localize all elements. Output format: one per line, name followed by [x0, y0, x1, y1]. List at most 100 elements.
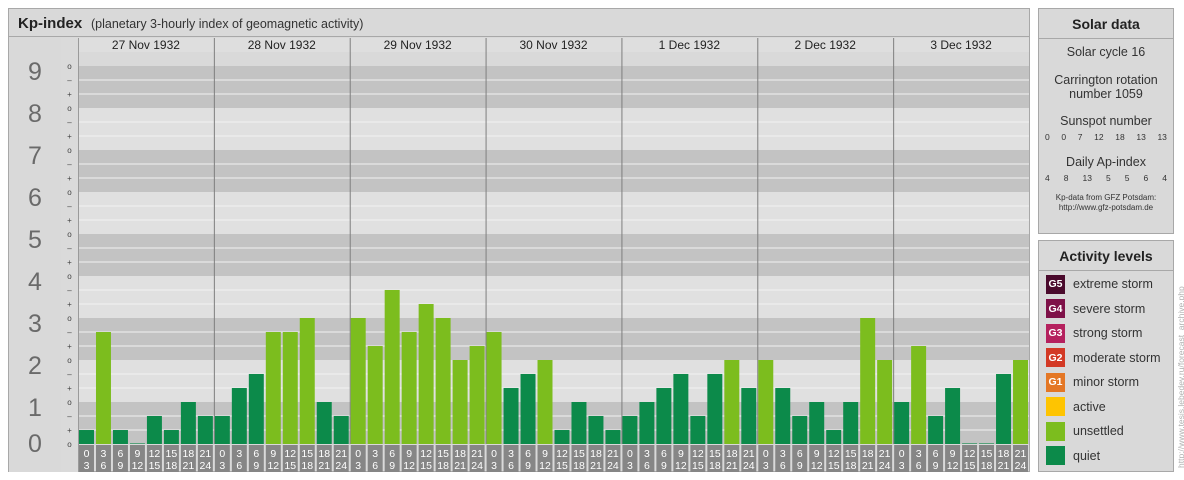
kp-bar	[894, 402, 910, 444]
y-band	[78, 192, 1029, 234]
hour-start-label: 21	[200, 448, 212, 460]
kp-bar	[503, 388, 519, 444]
kp-bar	[265, 331, 281, 444]
legend-label: unsettled	[1073, 424, 1124, 438]
kp-bar	[945, 388, 961, 444]
legend-swatch: G1	[1046, 372, 1065, 392]
kp-bar	[962, 443, 978, 444]
hour-end-label: 12	[811, 460, 823, 472]
legend-item: G5 extreme storm	[1046, 274, 1153, 294]
hour-end-label: 21	[590, 460, 602, 472]
sunspot-values: 0 0 7 12 18 13 13	[1039, 132, 1173, 142]
kp-bar	[112, 430, 128, 444]
y-subtick-label: –	[67, 328, 72, 337]
legend-swatch: G2	[1046, 348, 1065, 367]
kp-bar	[571, 402, 587, 444]
hour-end-label: 3	[491, 460, 497, 472]
solar-data-panel: Solar data Solar cycle 16 Carrington rot…	[1038, 8, 1174, 234]
kp-bar	[79, 430, 94, 444]
kp-bar	[758, 360, 774, 444]
ap-index-value: 4	[1162, 173, 1167, 183]
hour-end-label: 6	[780, 460, 786, 472]
ap-index-value: 5	[1105, 173, 1111, 183]
hour-start-label: 0	[219, 448, 225, 460]
y-subtick-label: +	[67, 426, 72, 435]
kp-bar	[214, 415, 230, 444]
hour-start-label: 3	[916, 448, 922, 460]
hour-end-label: 15	[964, 460, 976, 472]
hour-start-label: 15	[709, 448, 721, 460]
hour-start-label: 12	[420, 448, 432, 460]
hour-end-label: 15	[692, 460, 704, 472]
sunspot-value: 0	[1061, 132, 1067, 142]
kp-chart-panel: Kp-index (planetary 3-hourly index of ge…	[8, 8, 1030, 472]
sunspot-value: 13	[1136, 132, 1146, 142]
y-subtick-label: o	[67, 62, 72, 71]
y-tick-label: 6	[28, 184, 42, 212]
hour-end-label: 12	[947, 460, 959, 472]
hour-end-label: 21	[454, 460, 466, 472]
hour-start-label: 3	[236, 448, 242, 460]
hour-start-label: 3	[372, 448, 378, 460]
legend-label: strong storm	[1073, 326, 1143, 340]
kp-bar	[554, 430, 570, 444]
legend-label: moderate storm	[1073, 350, 1161, 365]
hour-start-label: 21	[743, 448, 755, 460]
y-subtick-label: +	[67, 342, 72, 351]
hour-start-label: 12	[556, 448, 568, 460]
hour-end-label: 3	[355, 460, 361, 472]
hour-start-label: 15	[573, 448, 585, 460]
y-subtick-label: o	[67, 314, 72, 323]
chart-title-bar: Kp-index (planetary 3-hourly index of ge…	[9, 9, 1029, 37]
hour-end-label: 21	[318, 460, 330, 472]
hour-end-label: 6	[916, 460, 922, 472]
y-subtick-label: –	[67, 370, 72, 379]
kp-bar	[384, 289, 400, 444]
hour-end-label: 6	[508, 460, 514, 472]
hour-end-label: 6	[372, 460, 378, 472]
hour-end-label: 15	[556, 460, 568, 472]
data-credit-link[interactable]: http://www.gfz-potsdam.de	[1039, 203, 1173, 213]
hour-end-label: 21	[183, 460, 195, 472]
sunspot-value: 18	[1115, 132, 1125, 142]
ap-index-values: 4 8 13 5 5 6 4	[1039, 173, 1173, 183]
hour-end-label: 21	[998, 460, 1010, 472]
hour-end-label: 18	[437, 460, 449, 472]
y-tick-label: 5	[28, 226, 42, 254]
hour-end-label: 24	[335, 460, 347, 472]
kp-bar	[435, 318, 451, 444]
kp-bar	[418, 304, 434, 444]
hour-start-label: 15	[981, 448, 993, 460]
legend-swatch: G4	[1046, 299, 1065, 318]
hour-start-label: 18	[862, 448, 874, 460]
sunspot-value: 13	[1157, 132, 1167, 142]
y-tick-label: 1	[28, 394, 42, 422]
y-subtick-label: o	[67, 188, 72, 197]
ap-index-value: 13	[1082, 173, 1092, 183]
hour-end-label: 24	[200, 460, 212, 472]
kp-bar-chart: 0123456789o+o+–o+–o+–o+–o+–o+–o+–o+–o–27…	[9, 38, 1029, 472]
y-band	[78, 66, 1029, 108]
kp-bar	[826, 430, 842, 444]
kp-bar	[367, 346, 383, 444]
kp-bar	[775, 388, 791, 444]
y-subtick-label: o	[67, 146, 72, 155]
solar-cycle: Solar cycle 16	[1066, 45, 1146, 59]
hour-end-label: 9	[933, 460, 939, 472]
hour-end-label: 3	[763, 460, 769, 472]
legend-swatch: G3	[1046, 323, 1065, 343]
sunspot-value: 12	[1094, 132, 1104, 142]
activity-levels-title: Activity levels	[1039, 241, 1173, 271]
legend-item: G3 strong storm	[1046, 323, 1142, 343]
hour-start-label: 18	[454, 448, 466, 460]
legend-item: unsettled	[1046, 421, 1124, 441]
kp-bar	[333, 415, 349, 444]
hour-end-label: 15	[828, 460, 840, 472]
kp-bar	[639, 402, 655, 444]
y-band	[78, 318, 1029, 360]
kp-bar	[690, 415, 706, 444]
kp-bar	[146, 415, 162, 444]
kp-bar	[928, 415, 944, 444]
hour-end-label: 9	[253, 460, 259, 472]
hour-end-label: 3	[219, 460, 225, 472]
